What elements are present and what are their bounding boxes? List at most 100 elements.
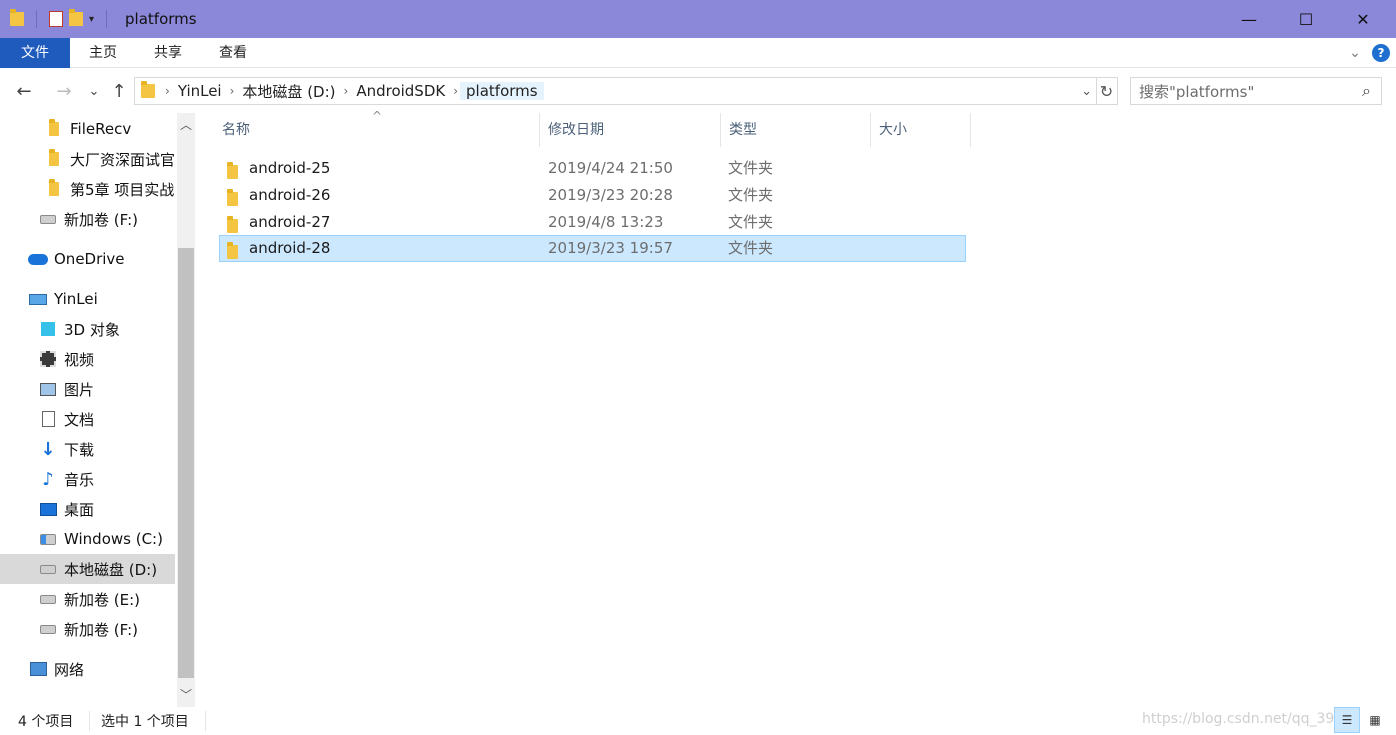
cloud-icon [28, 250, 48, 268]
sidebar-scrollbar[interactable]: ︿ ﹀ [177, 113, 195, 707]
scrollbar-thumb[interactable] [178, 248, 194, 678]
sidebar-item-3d-objects[interactable]: 3D 对象 [0, 314, 175, 344]
sidebar-item-downloads[interactable]: ↓ 下载 [0, 434, 175, 464]
chevron-right-icon[interactable]: › [451, 84, 460, 98]
file-row[interactable]: android-25 2019/4/24 21:50 文件夹 [219, 155, 966, 182]
scroll-up-icon[interactable]: ︿ [177, 115, 195, 133]
file-row[interactable]: android-26 2019/3/23 20:28 文件夹 [219, 182, 966, 209]
column-header-type[interactable]: 类型 [721, 113, 871, 147]
sidebar-item-label: Windows (C:) [64, 530, 163, 548]
file-type: 文件夹 [728, 213, 774, 231]
refresh-button[interactable]: ↻ [1096, 77, 1118, 105]
recent-locations-button[interactable]: ⌄ [80, 77, 108, 105]
computer-icon [28, 290, 48, 308]
close-button[interactable]: ✕ [1334, 0, 1392, 38]
details-view-icon[interactable]: ☰ [1334, 707, 1360, 733]
sidebar-item-this-pc[interactable]: YinLei [0, 284, 175, 314]
tab-home[interactable]: 主页 [72, 38, 134, 68]
file-type: 文件夹 [728, 186, 774, 204]
sidebar-item-onedrive[interactable]: OneDrive [0, 244, 175, 274]
sidebar-item-chapter5[interactable]: 第5章 项目实战- [0, 174, 175, 204]
tab-view[interactable]: 查看 [202, 38, 264, 68]
sidebar-item-label: 音乐 [64, 470, 95, 489]
customize-toolbar-icon[interactable]: ▾ [89, 14, 94, 25]
windows-drive-icon [38, 530, 58, 548]
item-count: 4 个项目 [18, 714, 74, 730]
desktop-icon [38, 500, 58, 518]
file-row[interactable]: android-27 2019/4/8 13:23 文件夹 [219, 209, 966, 236]
scroll-down-icon[interactable]: ﹀ [177, 685, 195, 703]
large-icons-view-icon[interactable]: ▦ [1362, 707, 1388, 733]
search-icon[interactable]: ⌕ [1362, 81, 1371, 101]
sidebar-item-pictures[interactable]: 图片 [0, 374, 175, 404]
folder-icon [44, 149, 64, 168]
sidebar-item-label: 图片 [64, 380, 95, 399]
expand-ribbon-icon[interactable]: ⌄ [1343, 38, 1367, 68]
file-modified: 2019/3/23 19:57 [548, 239, 673, 257]
sidebar-item-desktop[interactable]: 桌面 [0, 494, 175, 524]
properties-icon[interactable] [49, 11, 63, 27]
folder-icon [227, 241, 238, 268]
sidebar-item-drive-c[interactable]: Windows (C:) [0, 524, 175, 554]
forward-button[interactable]: → [50, 77, 78, 105]
sidebar-item-label: 本地磁盘 (D:) [64, 560, 158, 579]
breadcrumb-drive-d[interactable]: 本地磁盘 (D:) [236, 81, 341, 102]
cube-icon [38, 320, 58, 338]
selection-count: 选中 1 个项目 [101, 714, 189, 730]
picture-icon [38, 380, 58, 398]
file-list: ^ 名称 修改日期 类型 大小 android-25 2019/4/24 21:… [205, 109, 1396, 707]
folder-icon [141, 81, 155, 98]
folder-icon [44, 119, 64, 138]
column-header-modified[interactable]: 修改日期 [540, 113, 721, 147]
sidebar-item-label: 桌面 [64, 500, 95, 519]
ribbon-tabs: 文件 主页 共享 查看 ⌄ ? [0, 38, 1396, 68]
chevron-right-icon[interactable]: › [342, 84, 351, 98]
sidebar-item-drive-e[interactable]: 新加卷 (E:) [0, 584, 175, 614]
file-row-selected[interactable]: android-28 2019/3/23 19:57 文件夹 [219, 235, 966, 262]
tab-file[interactable]: 文件 [0, 38, 70, 68]
sidebar-item-label: 新加卷 (F:) [64, 620, 138, 639]
sidebar-item-label: 下载 [64, 440, 95, 459]
breadcrumb-androidsdk[interactable]: AndroidSDK [350, 82, 451, 100]
download-icon: ↓ [40, 438, 56, 460]
chevron-right-icon[interactable]: › [163, 84, 172, 98]
navigation-pane: FileRecv 大厂资深面试官 第5章 项目实战- 新加卷 (F:) OneD… [0, 113, 197, 707]
sidebar-item-label: 文档 [64, 410, 95, 429]
breadcrumb-yinlei[interactable]: YinLei [172, 82, 228, 100]
sidebar-item-interview-folder[interactable]: 大厂资深面试官 [0, 144, 175, 174]
maximize-button[interactable]: ☐ [1277, 0, 1335, 38]
column-header-size[interactable]: 大小 [871, 113, 971, 147]
sidebar-item-drive-d[interactable]: 本地磁盘 (D:) [0, 554, 175, 584]
sidebar-item-label: 网络 [54, 660, 85, 679]
document-icon [38, 410, 58, 428]
tab-share[interactable]: 共享 [136, 38, 200, 68]
watermark-text: https://blog.csdn.net/qq_39... [1142, 711, 1348, 727]
sidebar-item-filerecv[interactable]: FileRecv [0, 114, 175, 144]
sidebar-item-videos[interactable]: 视频 [0, 344, 175, 374]
search-input[interactable]: 搜索"platforms" ⌕ [1130, 77, 1382, 105]
help-icon[interactable]: ? [1372, 44, 1390, 62]
title-bar: ▾ platforms — ☐ ✕ [0, 0, 1396, 38]
folder-icon [10, 9, 24, 26]
sidebar-item-drive-f-quick[interactable]: 新加卷 (F:) [0, 204, 175, 234]
sidebar-item-drive-f[interactable]: 新加卷 (F:) [0, 614, 175, 644]
column-header-name[interactable]: 名称 [214, 113, 540, 147]
sidebar-item-documents[interactable]: 文档 [0, 404, 175, 434]
sidebar-item-music[interactable]: ♪ 音乐 [0, 464, 175, 494]
sidebar-item-network[interactable]: 网络 [0, 654, 175, 684]
chevron-right-icon[interactable]: › [228, 84, 237, 98]
back-button[interactable]: ← [10, 77, 38, 105]
address-bar[interactable]: › YinLei › 本地磁盘 (D:) › AndroidSDK › plat… [134, 77, 1097, 105]
drive-icon [38, 210, 58, 228]
minimize-button[interactable]: — [1220, 0, 1278, 38]
divider [106, 10, 108, 28]
sidebar-item-label: 第5章 项目实战- [70, 180, 175, 199]
up-button[interactable]: ↑ [105, 77, 133, 105]
sidebar-item-label: 3D 对象 [64, 320, 120, 339]
sidebar-item-label: 新加卷 (F:) [64, 210, 138, 229]
window-title: platforms [125, 10, 197, 28]
breadcrumb-platforms[interactable]: platforms [460, 82, 544, 100]
address-dropdown-icon[interactable]: ⌄ [1081, 84, 1092, 99]
new-folder-icon[interactable] [69, 9, 83, 26]
sidebar-item-label: 视频 [64, 350, 95, 369]
